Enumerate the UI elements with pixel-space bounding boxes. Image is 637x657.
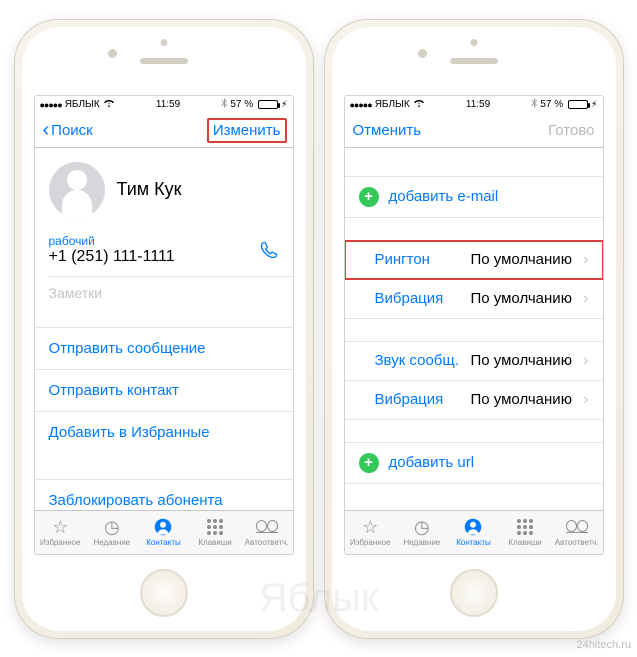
front-camera: [108, 49, 117, 58]
phone-label: рабочий: [49, 234, 175, 248]
avatar: [49, 162, 105, 218]
tab-voicemail[interactable]: Автоответч.: [241, 517, 293, 547]
done-label: Готово: [548, 122, 594, 139]
clock-icon: ◷: [104, 517, 120, 537]
star-icon: ☆: [362, 517, 378, 537]
proximity-sensor: [470, 39, 477, 46]
tab-keypad[interactable]: Клавиши: [499, 517, 551, 547]
edit-label: Изменить: [207, 118, 287, 143]
cancel-label: Отменить: [353, 122, 422, 139]
bluetooth-icon: [221, 98, 227, 111]
nav-bar: Отменить Готово: [345, 114, 603, 148]
clock: 11:59: [425, 99, 532, 110]
keypad-icon: [517, 517, 533, 537]
bluetooth-icon: [531, 98, 537, 111]
chevron-right-icon: ›: [579, 391, 592, 409]
plus-icon: +: [359, 187, 379, 207]
wifi-icon: [413, 99, 425, 111]
battery-pct: 57 %: [540, 99, 563, 110]
voicemail-icon: [566, 517, 588, 537]
tab-bar: ☆ Избранное ◷ Недавние Контакты: [345, 510, 603, 554]
tab-contacts[interactable]: Контакты: [448, 517, 500, 547]
notes-label[interactable]: Заметки: [35, 277, 293, 327]
back-button[interactable]: ‹ Поиск: [43, 120, 93, 140]
status-bar: ●●●●● ЯБЛЫК 11:59 57 % ⚡︎: [35, 96, 293, 114]
earpiece-speaker: [140, 58, 188, 64]
edit-button[interactable]: Изменить: [209, 122, 285, 139]
earpiece-speaker: [450, 58, 498, 64]
chevron-right-icon: ›: [579, 352, 592, 370]
ringtone-row[interactable]: Рингтон По умолчанию ›: [345, 241, 603, 279]
person-icon: [464, 517, 482, 537]
battery-pct: 57 %: [230, 99, 253, 110]
signal-dots-icon: ●●●●●: [40, 100, 62, 110]
contact-name: Тим Кук: [117, 179, 182, 200]
text-tone-row[interactable]: Звук сообщ. По умолчанию ›: [345, 342, 603, 380]
add-url-row[interactable]: + добавить url: [345, 443, 603, 483]
text-vibration-row[interactable]: Вибрация По умолчанию ›: [345, 380, 603, 419]
chevron-right-icon: ›: [579, 290, 592, 308]
add-favorite-row[interactable]: Добавить в Избранные: [35, 411, 293, 453]
block-caller-row[interactable]: Заблокировать абонента: [35, 479, 293, 510]
status-bar: ●●●●● ЯБЛЫК 11:59 57 % ⚡︎: [345, 96, 603, 114]
add-email-row[interactable]: + добавить e-mail: [345, 177, 603, 217]
battery-icon: [258, 100, 278, 109]
signal-dots-icon: ●●●●●: [350, 100, 372, 110]
proximity-sensor: [160, 39, 167, 46]
charging-icon: ⚡︎: [591, 99, 597, 110]
keypad-icon: [207, 517, 223, 537]
tab-bar: ☆ Избранное ◷ Недавние Контакты: [35, 510, 293, 554]
person-icon: [154, 517, 172, 537]
star-icon: ☆: [52, 517, 68, 537]
chevron-right-icon: ›: [579, 251, 592, 269]
call-icon[interactable]: [259, 240, 279, 266]
tab-voicemail[interactable]: Автоответч.: [551, 517, 603, 547]
charging-icon: ⚡︎: [281, 99, 287, 110]
plus-icon: +: [359, 453, 379, 473]
wifi-icon: [103, 99, 115, 111]
send-message-row[interactable]: Отправить сообщение: [35, 327, 293, 369]
watermark-site: 24hitech.ru: [577, 639, 631, 651]
send-contact-row[interactable]: Отправить контакт: [35, 369, 293, 411]
voicemail-icon: [256, 517, 278, 537]
tab-favorites[interactable]: ☆ Избранное: [35, 517, 87, 547]
battery-icon: [568, 100, 588, 109]
chevron-left-icon: ‹: [43, 120, 50, 140]
tab-contacts[interactable]: Контакты: [138, 517, 190, 547]
cancel-button[interactable]: Отменить: [353, 122, 422, 139]
phone-row[interactable]: рабочий +1 (251) 111-1111: [35, 228, 293, 276]
phone-number: +1 (251) 111-1111: [49, 248, 175, 266]
back-label: Поиск: [51, 122, 93, 139]
carrier-label: ЯБЛЫК: [65, 99, 100, 110]
tab-favorites[interactable]: ☆ Избранное: [345, 517, 397, 547]
clock-icon: ◷: [414, 517, 430, 537]
carrier-label: ЯБЛЫК: [375, 99, 410, 110]
home-button[interactable]: [140, 569, 188, 617]
vibration-row[interactable]: Вибрация По умолчанию ›: [345, 279, 603, 318]
tab-recents[interactable]: ◷ Недавние: [396, 517, 448, 547]
home-button[interactable]: [450, 569, 498, 617]
done-button[interactable]: Готово: [548, 122, 594, 139]
phone-mockup-left: ●●●●● ЯБЛЫК 11:59 57 % ⚡︎: [14, 19, 314, 639]
nav-bar: ‹ Поиск Изменить: [35, 114, 293, 148]
phone-mockup-right: ●●●●● ЯБЛЫК 11:59 57 % ⚡︎: [324, 19, 624, 639]
front-camera: [418, 49, 427, 58]
clock: 11:59: [115, 99, 222, 110]
tab-keypad[interactable]: Клавиши: [189, 517, 241, 547]
tab-recents[interactable]: ◷ Недавние: [86, 517, 138, 547]
